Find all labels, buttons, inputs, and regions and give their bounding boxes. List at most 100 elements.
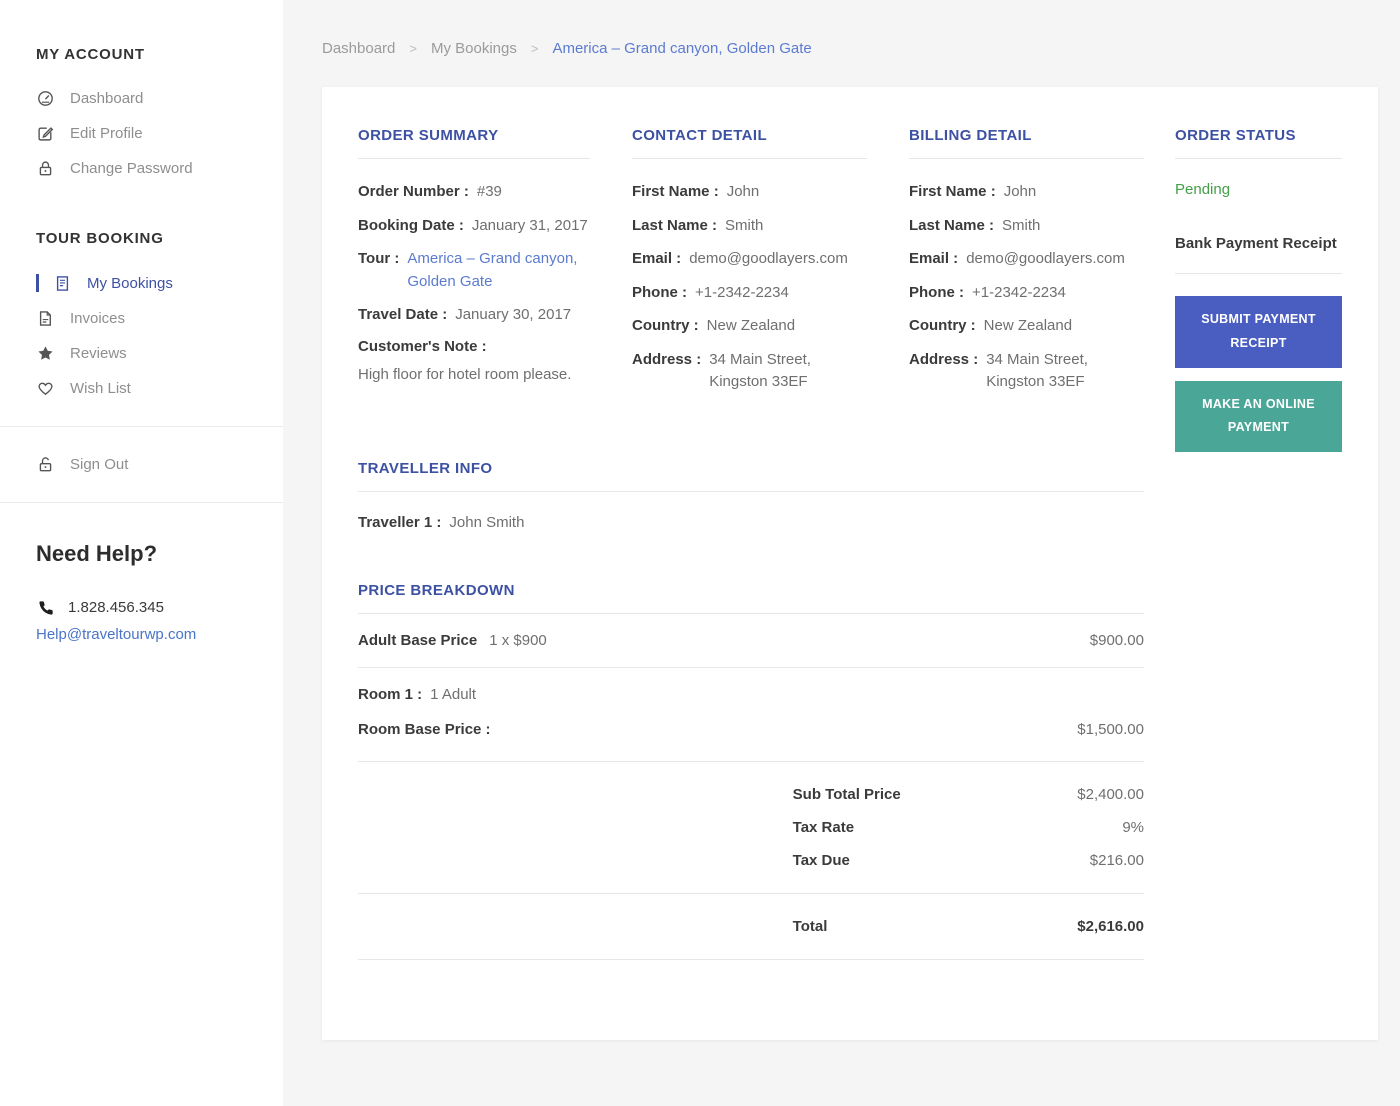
- field-value: #39: [476, 183, 502, 200]
- bookings-icon: [53, 275, 72, 292]
- sidebar-item-reviews[interactable]: Reviews: [36, 336, 255, 371]
- billing-detail-section: BILLING DETAIL First Name : John Last Na…: [909, 127, 1144, 405]
- tour-link[interactable]: America – Grand canyon, Golden Gate: [407, 248, 590, 293]
- field-label: Country :: [632, 317, 699, 334]
- field-label: First Name :: [909, 183, 996, 200]
- field-label: Country :: [909, 317, 976, 334]
- breadcrumb-separator: >: [409, 41, 417, 56]
- field-label: Address :: [632, 350, 702, 368]
- breadcrumb-separator: >: [530, 41, 539, 56]
- field-label: First Name :: [632, 183, 719, 200]
- sidebar: MY ACCOUNT Dashboard Edit Profile Change…: [0, 0, 283, 1106]
- contact-country-row: Country : New Zealand: [632, 315, 867, 338]
- price-breakdown-section: PRICE BREAKDOWN Adult Base Price 1 x $90…: [358, 582, 1144, 960]
- breadcrumb-my-bookings[interactable]: My Bookings: [431, 40, 517, 57]
- help-phone-number: 1.828.456.345: [68, 599, 164, 616]
- heart-icon: [36, 380, 55, 397]
- field-value: +1-2342-2234: [972, 283, 1066, 301]
- submit-payment-receipt-button[interactable]: SUBMIT PAYMENT RECEIPT: [1175, 296, 1342, 368]
- help-email-link[interactable]: Help@traveltourwp.com: [36, 626, 196, 643]
- field-label: Tour :: [358, 250, 400, 267]
- billing-first-name-row: First Name : John: [909, 181, 1144, 204]
- field-label: Booking Date :: [358, 216, 464, 234]
- field-label: Traveller 1 :: [358, 513, 442, 531]
- my-account-heading: MY ACCOUNT: [36, 46, 145, 63]
- room-base-price-amount: $1,500.00: [1077, 720, 1144, 738]
- sidebar-item-label: Dashboard: [70, 90, 144, 107]
- sidebar-divider: [0, 502, 283, 503]
- sidebar-item-invoices[interactable]: Invoices: [36, 301, 255, 336]
- price-breakdown-title: PRICE BREAKDOWN: [358, 582, 1144, 614]
- billing-address-row: Address : 34 Main Street, Kingston 33EF: [909, 349, 1144, 394]
- sidebar-item-label: Edit Profile: [70, 125, 143, 142]
- billing-last-name-row: Last Name : Smith: [909, 215, 1144, 238]
- dashboard-icon: [36, 90, 55, 107]
- sidebar-item-my-bookings[interactable]: My Bookings: [36, 265, 255, 301]
- order-summary-section: ORDER SUMMARY Order Number : #39 Booking…: [358, 127, 590, 405]
- sub-total-row: Sub Total Price $2,400.00: [358, 778, 1144, 811]
- card-main-column: ORDER SUMMARY Order Number : #39 Booking…: [358, 127, 1144, 994]
- field-value: 1 Adult: [430, 686, 477, 703]
- field-label: Room Base Price :: [358, 720, 491, 738]
- breadcrumb: Dashboard > My Bookings > America – Gran…: [322, 40, 1378, 57]
- field-label: Phone :: [632, 283, 687, 301]
- sidebar-item-wish-list[interactable]: Wish List: [36, 371, 255, 406]
- field-value: Smith: [725, 216, 764, 234]
- billing-country-row: Country : New Zealand: [909, 315, 1144, 338]
- edit-icon: [36, 125, 55, 142]
- active-indicator: [36, 274, 39, 292]
- sidebar-item-label: Change Password: [70, 160, 193, 177]
- bank-payment-receipt-label: Bank Payment Receipt: [1175, 235, 1342, 274]
- totals-label: Tax Due: [792, 852, 850, 869]
- field-value: New Zealand: [706, 317, 796, 334]
- make-online-payment-button[interactable]: MAKE AN ONLINE PAYMENT: [1175, 380, 1342, 452]
- field-value: 34 Main Street, Kingston 33EF: [986, 350, 1088, 391]
- customer-note-label: Customer's Note :: [358, 337, 487, 355]
- field-label: Phone :: [909, 283, 964, 301]
- page: MY ACCOUNT Dashboard Edit Profile Change…: [0, 0, 1400, 1106]
- sidebar-divider: [0, 426, 283, 427]
- order-status-title: ORDER STATUS: [1175, 127, 1342, 159]
- traveller-row: Traveller 1 : John Smith: [358, 512, 1144, 535]
- tax-due-row: Tax Due $216.00: [358, 844, 1144, 877]
- room-row: Room 1 : 1 Adult: [358, 684, 1144, 707]
- totals-label: Tax Rate: [792, 819, 855, 836]
- billing-phone-row: Phone : +1-2342-2234: [909, 282, 1144, 305]
- room-base-price-row: Room Base Price : $1,500.00: [358, 719, 1144, 742]
- travel-date-row: Travel Date : January 30, 2017: [358, 304, 590, 327]
- customer-note-text: High floor for hotel room please.: [358, 365, 572, 383]
- field-value: Smith: [1002, 216, 1041, 234]
- unlock-icon: [36, 456, 55, 473]
- totals-value: 9%: [1122, 819, 1144, 836]
- field-value: John: [726, 183, 760, 200]
- field-label: Last Name :: [632, 216, 718, 234]
- sidebar-item-label: Sign Out: [70, 456, 129, 473]
- totals-value: $216.00: [1089, 852, 1144, 869]
- sidebar-item-dashboard[interactable]: Dashboard: [36, 81, 255, 116]
- price-item-amount: $900.00: [1089, 632, 1144, 649]
- sidebar-item-edit-profile[interactable]: Edit Profile: [36, 116, 255, 151]
- contact-phone-row: Phone : +1-2342-2234: [632, 282, 867, 305]
- room-block: Room 1 : 1 Adult Room Base Price : $1,50…: [358, 668, 1144, 762]
- sidebar-item-sign-out[interactable]: Sign Out: [36, 447, 255, 482]
- help-phone-row: 1.828.456.345: [36, 599, 255, 616]
- order-status-section: ORDER STATUS Pending Bank Payment Receip…: [1175, 127, 1342, 994]
- breadcrumb-dashboard[interactable]: Dashboard: [322, 40, 395, 57]
- tax-rate-row: Tax Rate 9%: [358, 811, 1144, 844]
- field-value: January 30, 2017: [455, 306, 572, 323]
- field-value: demo@goodlayers.com: [966, 250, 1125, 267]
- contact-detail-title: CONTACT DETAIL: [632, 127, 867, 159]
- field-label: Email :: [909, 250, 959, 267]
- order-number-row: Order Number : #39: [358, 181, 590, 204]
- contact-detail-section: CONTACT DETAIL First Name : John Last Na…: [632, 127, 867, 405]
- contact-last-name-row: Last Name : Smith: [632, 215, 867, 238]
- price-item-detail: 1 x $900: [489, 632, 547, 649]
- sidebar-item-change-password[interactable]: Change Password: [36, 151, 255, 186]
- booking-detail-card: ORDER SUMMARY Order Number : #39 Booking…: [322, 87, 1378, 1040]
- billing-detail-title: BILLING DETAIL: [909, 127, 1144, 159]
- order-status-value: Pending: [1175, 181, 1231, 198]
- tour-booking-heading: TOUR BOOKING: [36, 230, 164, 247]
- totals-block: Sub Total Price $2,400.00 Tax Rate 9% Ta…: [358, 762, 1144, 894]
- field-value: New Zealand: [983, 317, 1073, 334]
- contact-address-row: Address : 34 Main Street, Kingston 33EF: [632, 349, 867, 394]
